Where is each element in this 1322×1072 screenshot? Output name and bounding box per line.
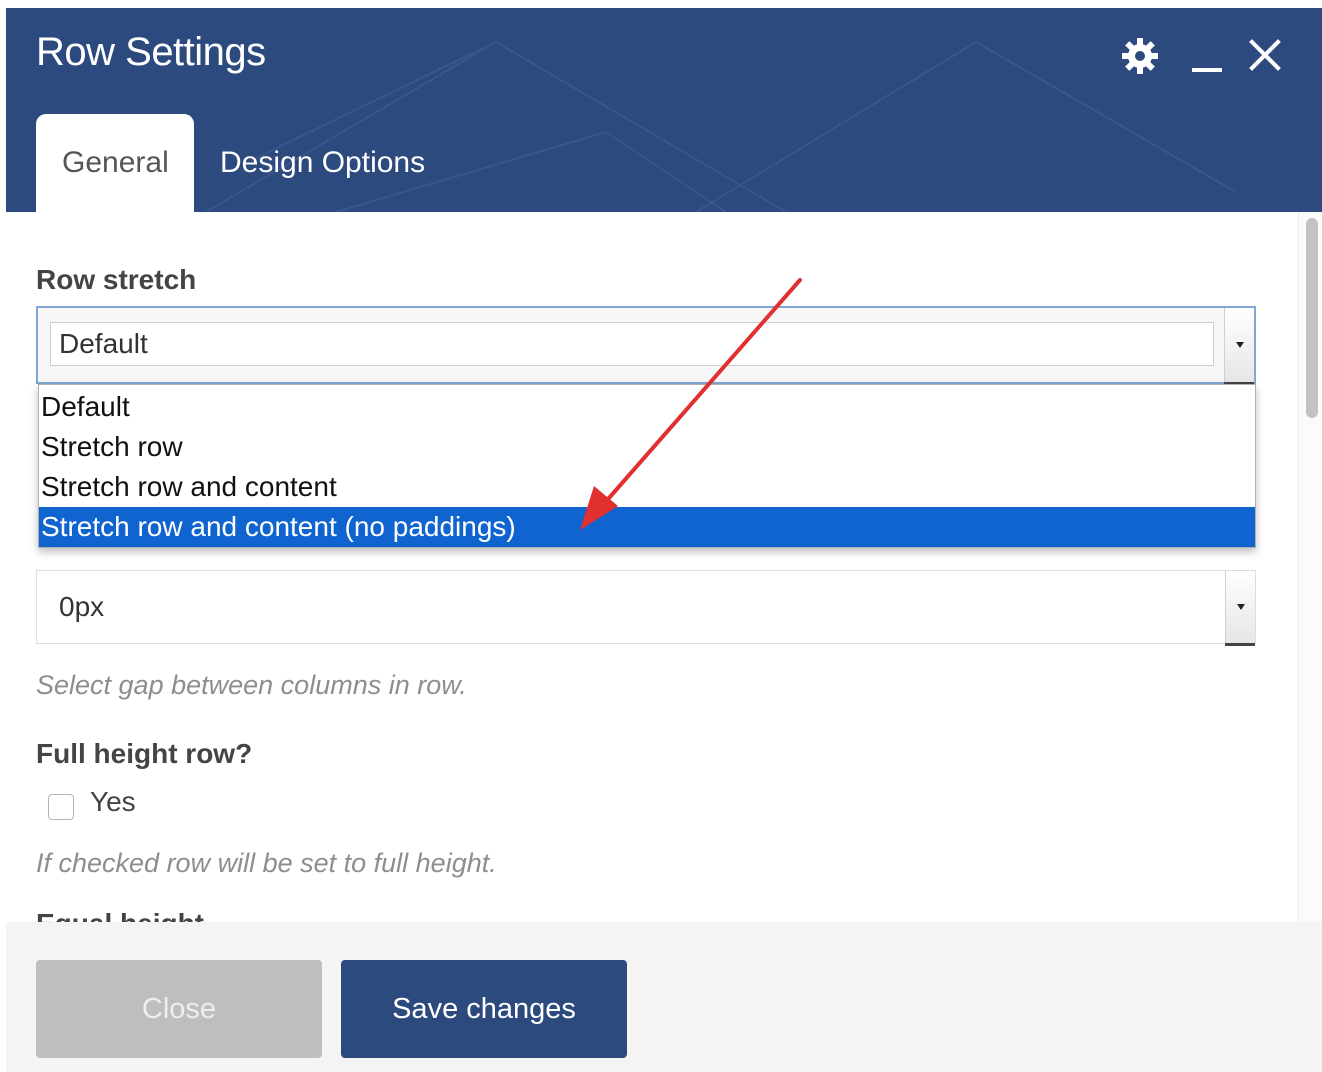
scrollbar[interactable] — [1298, 212, 1322, 922]
equal-height-label: Equal height — [36, 908, 204, 922]
save-changes-button[interactable]: Save changes — [341, 960, 627, 1058]
close-button[interactable]: Close — [36, 960, 322, 1058]
tab-design-options[interactable]: Design Options — [194, 114, 451, 212]
full-height-checkbox-label[interactable]: Yes — [90, 786, 136, 818]
row-stretch-label: Row stretch — [36, 264, 197, 295]
chevron-down-icon[interactable] — [1225, 571, 1255, 646]
dropdown-option-stretch-row-and-content[interactable]: Stretch row and content — [39, 467, 1255, 507]
full-height-checkbox[interactable] — [48, 794, 74, 820]
dialog-header: Row Settings General Design Options — [6, 8, 1322, 212]
scrollbar-thumb[interactable] — [1306, 218, 1318, 418]
columns-gap-select-value: 0px — [59, 591, 105, 622]
full-height-help: If checked row will be set to full heigh… — [36, 848, 497, 878]
chevron-down-icon[interactable] — [1224, 308, 1254, 385]
tab-general[interactable]: General — [36, 114, 194, 212]
row-stretch-select[interactable]: Default — [36, 306, 1256, 385]
dialog-body: Row stretch Default Default Stretch row … — [6, 212, 1322, 922]
row-stretch-dropdown-list: Default Stretch row Stretch row and cont… — [38, 384, 1256, 548]
columns-gap-help: Select gap between columns in row. — [36, 670, 467, 700]
columns-gap-select[interactable]: 0px — [36, 570, 1256, 646]
minimize-icon[interactable] — [1188, 34, 1232, 78]
dialog-title: Row Settings — [36, 30, 266, 74]
row-stretch-select-value: Default — [50, 322, 1214, 366]
gear-icon[interactable] — [1118, 34, 1162, 78]
dropdown-option-default[interactable]: Default — [39, 387, 1255, 427]
dialog-footer: Close Save changes — [6, 922, 1322, 1072]
close-icon[interactable] — [1244, 34, 1288, 78]
row-settings-dialog: Row Settings General Design Options Row … — [6, 8, 1322, 1072]
dropdown-option-stretch-row[interactable]: Stretch row — [39, 427, 1255, 467]
full-height-label: Full height row? — [36, 738, 253, 769]
dropdown-option-stretch-row-and-content-no-paddings[interactable]: Stretch row and content (no paddings) — [39, 507, 1255, 547]
